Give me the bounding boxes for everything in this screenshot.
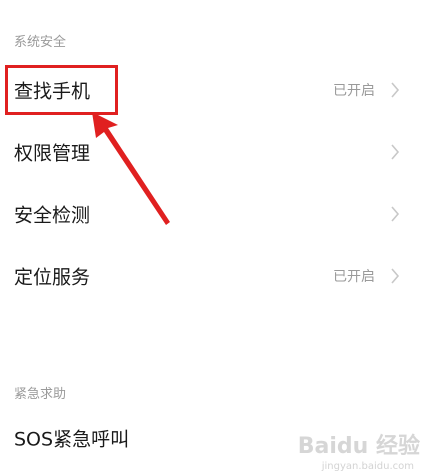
location-service-row[interactable]: 定位服务 已开启: [0, 246, 430, 306]
chevron-right-icon: [391, 144, 400, 160]
watermark-url: jingyan.baidu.com: [321, 461, 414, 472]
permissions-label: 权限管理: [14, 142, 91, 165]
section-title-emergency: 紧急求助: [14, 387, 67, 402]
sos-label: SOS紧急呼叫: [14, 428, 130, 451]
security-scan-row[interactable]: 安全检测: [0, 184, 430, 244]
chevron-right-icon: [391, 82, 400, 98]
watermark-logo: Baidu 经验: [297, 434, 420, 459]
find-phone-status: 已开启: [333, 83, 375, 99]
security-scan-label: 安全检测: [14, 204, 91, 227]
permissions-row[interactable]: 权限管理: [0, 122, 430, 182]
chevron-right-icon: [391, 206, 400, 222]
section-title-system-security: 系统安全: [14, 35, 67, 50]
chevron-right-icon: [391, 268, 400, 284]
location-service-status: 已开启: [333, 269, 375, 285]
annotation-highlight-box: [5, 65, 118, 115]
location-service-label: 定位服务: [14, 266, 91, 289]
